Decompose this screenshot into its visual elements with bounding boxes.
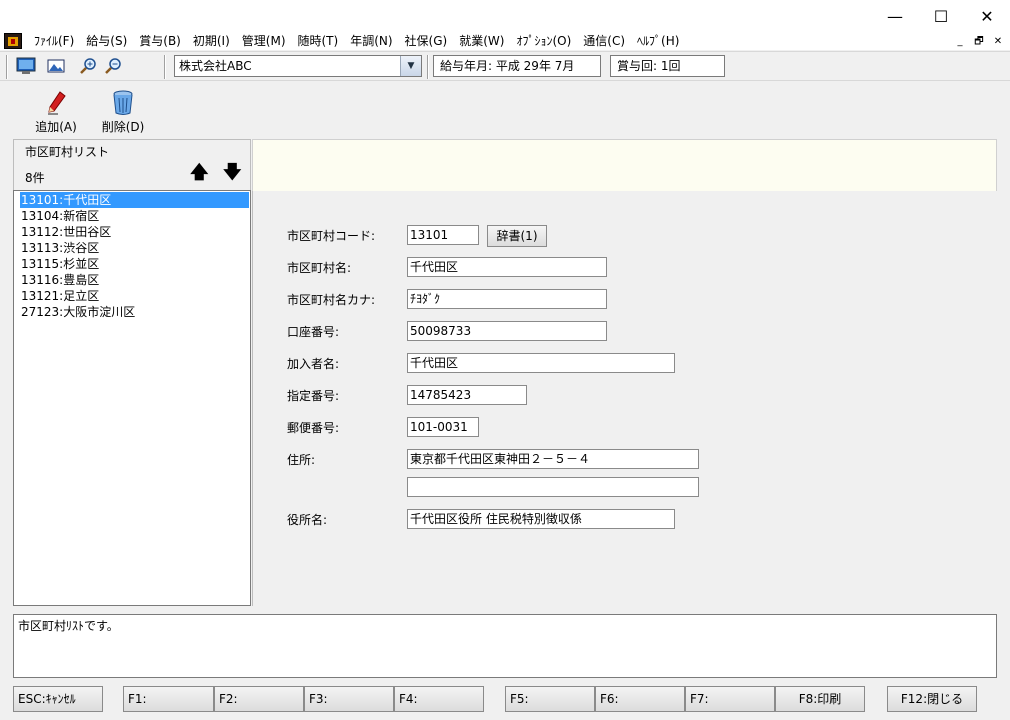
designated-field[interactable]: 14785423 [407,385,527,405]
f3-button[interactable]: F3: [304,686,394,712]
zoom-in-icon[interactable] [79,57,99,75]
delete-button-label: 削除(D) [101,120,145,134]
toolbar-separator [164,55,166,79]
delete-button[interactable]: 削除(D) [97,88,149,136]
menu-bonus[interactable]: 賞与(B) [133,33,187,49]
designated-label: 指定番号: [287,389,340,403]
minimize-button[interactable]: — [872,0,918,32]
monitor-icon[interactable] [16,57,36,75]
postal-label: 郵便番号: [287,421,340,435]
postal-field[interactable]: 101-0031 [407,417,479,437]
account-label: 口座番号: [287,325,340,339]
esc-cancel-button[interactable]: ESC:ｷｬﾝｾﾙ [13,686,103,712]
menu-initial[interactable]: 初期(I) [187,33,236,49]
office-label: 役所名: [287,513,328,527]
zoom-out-icon[interactable] [104,57,124,75]
code-field[interactable]: 13101 [407,225,479,245]
close-button[interactable]: ✕ [964,0,1010,32]
kana-field[interactable]: ﾁﾖﾀﾞｸ [407,289,607,309]
kana-label: 市区町村名カナ: [287,293,376,307]
list-count: 8件 [25,171,45,185]
mdi-restore-button[interactable]: 🗗 [971,35,987,48]
menu-year-end[interactable]: 年調(N) [344,33,398,49]
company-select-value: 株式会社ABC [179,59,252,73]
f12-close-button[interactable]: F12:閉じる [887,686,977,712]
list-item[interactable]: 13104:新宿区 [20,208,99,224]
menu-communication[interactable]: 通信(C) [577,33,631,49]
list-item-selected[interactable]: 13101:千代田区 [20,192,249,208]
address-label: 住所: [287,453,316,467]
address-line1-field[interactable]: 東京都千代田区東神田２－５－４ [407,449,699,469]
image-icon[interactable] [46,57,66,75]
mdi-close-button[interactable]: ✕ [990,35,1006,48]
menu-anytime[interactable]: 随時(T) [292,33,345,49]
list-item[interactable]: 27123:大阪市淀川区 [20,304,135,320]
title-bar [0,0,1010,32]
message-text: 市区町村ﾘｽﾄです。 [18,619,119,633]
menu-manage[interactable]: 管理(M) [236,33,292,49]
f8-print-button[interactable]: F8:印刷 [775,686,865,712]
list-item[interactable]: 13113:渋谷区 [20,240,99,256]
company-select[interactable]: 株式会社ABC [174,55,422,77]
bonus-count-display: 賞与回: 1回 [610,55,725,77]
menu-salary[interactable]: 給与(S) [80,33,133,49]
app-icon[interactable] [4,33,22,49]
menu-work[interactable]: 就業(W) [453,33,510,49]
arrow-up-icon[interactable]: 🡅 [190,163,209,183]
code-label: 市区町村コード: [287,229,376,243]
address-line2-field[interactable] [407,477,699,497]
menu-items: ﾌｧｲﾙ(F) 給与(S) 賞与(B) 初期(I) 管理(M) 随時(T) 年調… [28,33,685,49]
toolbar-separator [6,55,8,79]
detail-panel [252,191,997,606]
menu-social-insurance[interactable]: 社保(G) [399,33,454,49]
subscriber-label: 加入者名: [287,357,340,371]
name-label: 市区町村名: [287,261,352,275]
pay-period-display: 給与年月: 平成 29年 7月 [433,55,601,77]
dictionary-button[interactable]: 辞書(1) [487,225,547,247]
maximize-button[interactable]: ☐ [918,0,964,32]
toolbar-separator [427,55,429,79]
subscriber-field[interactable]: 千代田区 [407,353,675,373]
chevron-down-icon[interactable]: ▼ [400,56,421,76]
f2-button[interactable]: F2: [214,686,304,712]
pencil-icon [48,91,66,115]
f7-button[interactable]: F7: [685,686,775,712]
menu-file[interactable]: ﾌｧｲﾙ(F) [28,33,80,49]
list-item[interactable]: 13121:足立区 [20,288,99,304]
detail-header-band [252,139,997,191]
account-field[interactable]: 50098733 [407,321,607,341]
trash-icon [113,90,133,115]
f4-button[interactable]: F4: [394,686,484,712]
office-field[interactable]: 千代田区役所 住民税特別徴収係 [407,509,675,529]
mdi-minimize-button[interactable]: _ [952,35,968,48]
f1-button[interactable]: F1: [123,686,214,712]
name-field[interactable]: 千代田区 [407,257,607,277]
add-button-label: 追加(A) [35,120,77,134]
municipality-list[interactable]: 13101:千代田区 13104:新宿区 13112:世田谷区 13113:渋谷… [13,190,251,606]
arrow-down-icon[interactable]: 🡇 [223,163,242,183]
add-button[interactable]: 追加(A) [30,88,82,136]
f6-button[interactable]: F6: [595,686,685,712]
list-item[interactable]: 13116:豊島区 [20,272,99,288]
menu-help[interactable]: ﾍﾙﾌﾟ(H) [631,33,685,49]
message-box: 市区町村ﾘｽﾄです。 [13,614,997,678]
menu-option[interactable]: ｵﾌﾟｼｮﾝ(O) [510,33,577,49]
f5-button[interactable]: F5: [505,686,595,712]
list-title: 市区町村リスト [25,145,110,159]
list-item[interactable]: 13115:杉並区 [20,256,99,272]
list-item[interactable]: 13112:世田谷区 [20,224,111,240]
